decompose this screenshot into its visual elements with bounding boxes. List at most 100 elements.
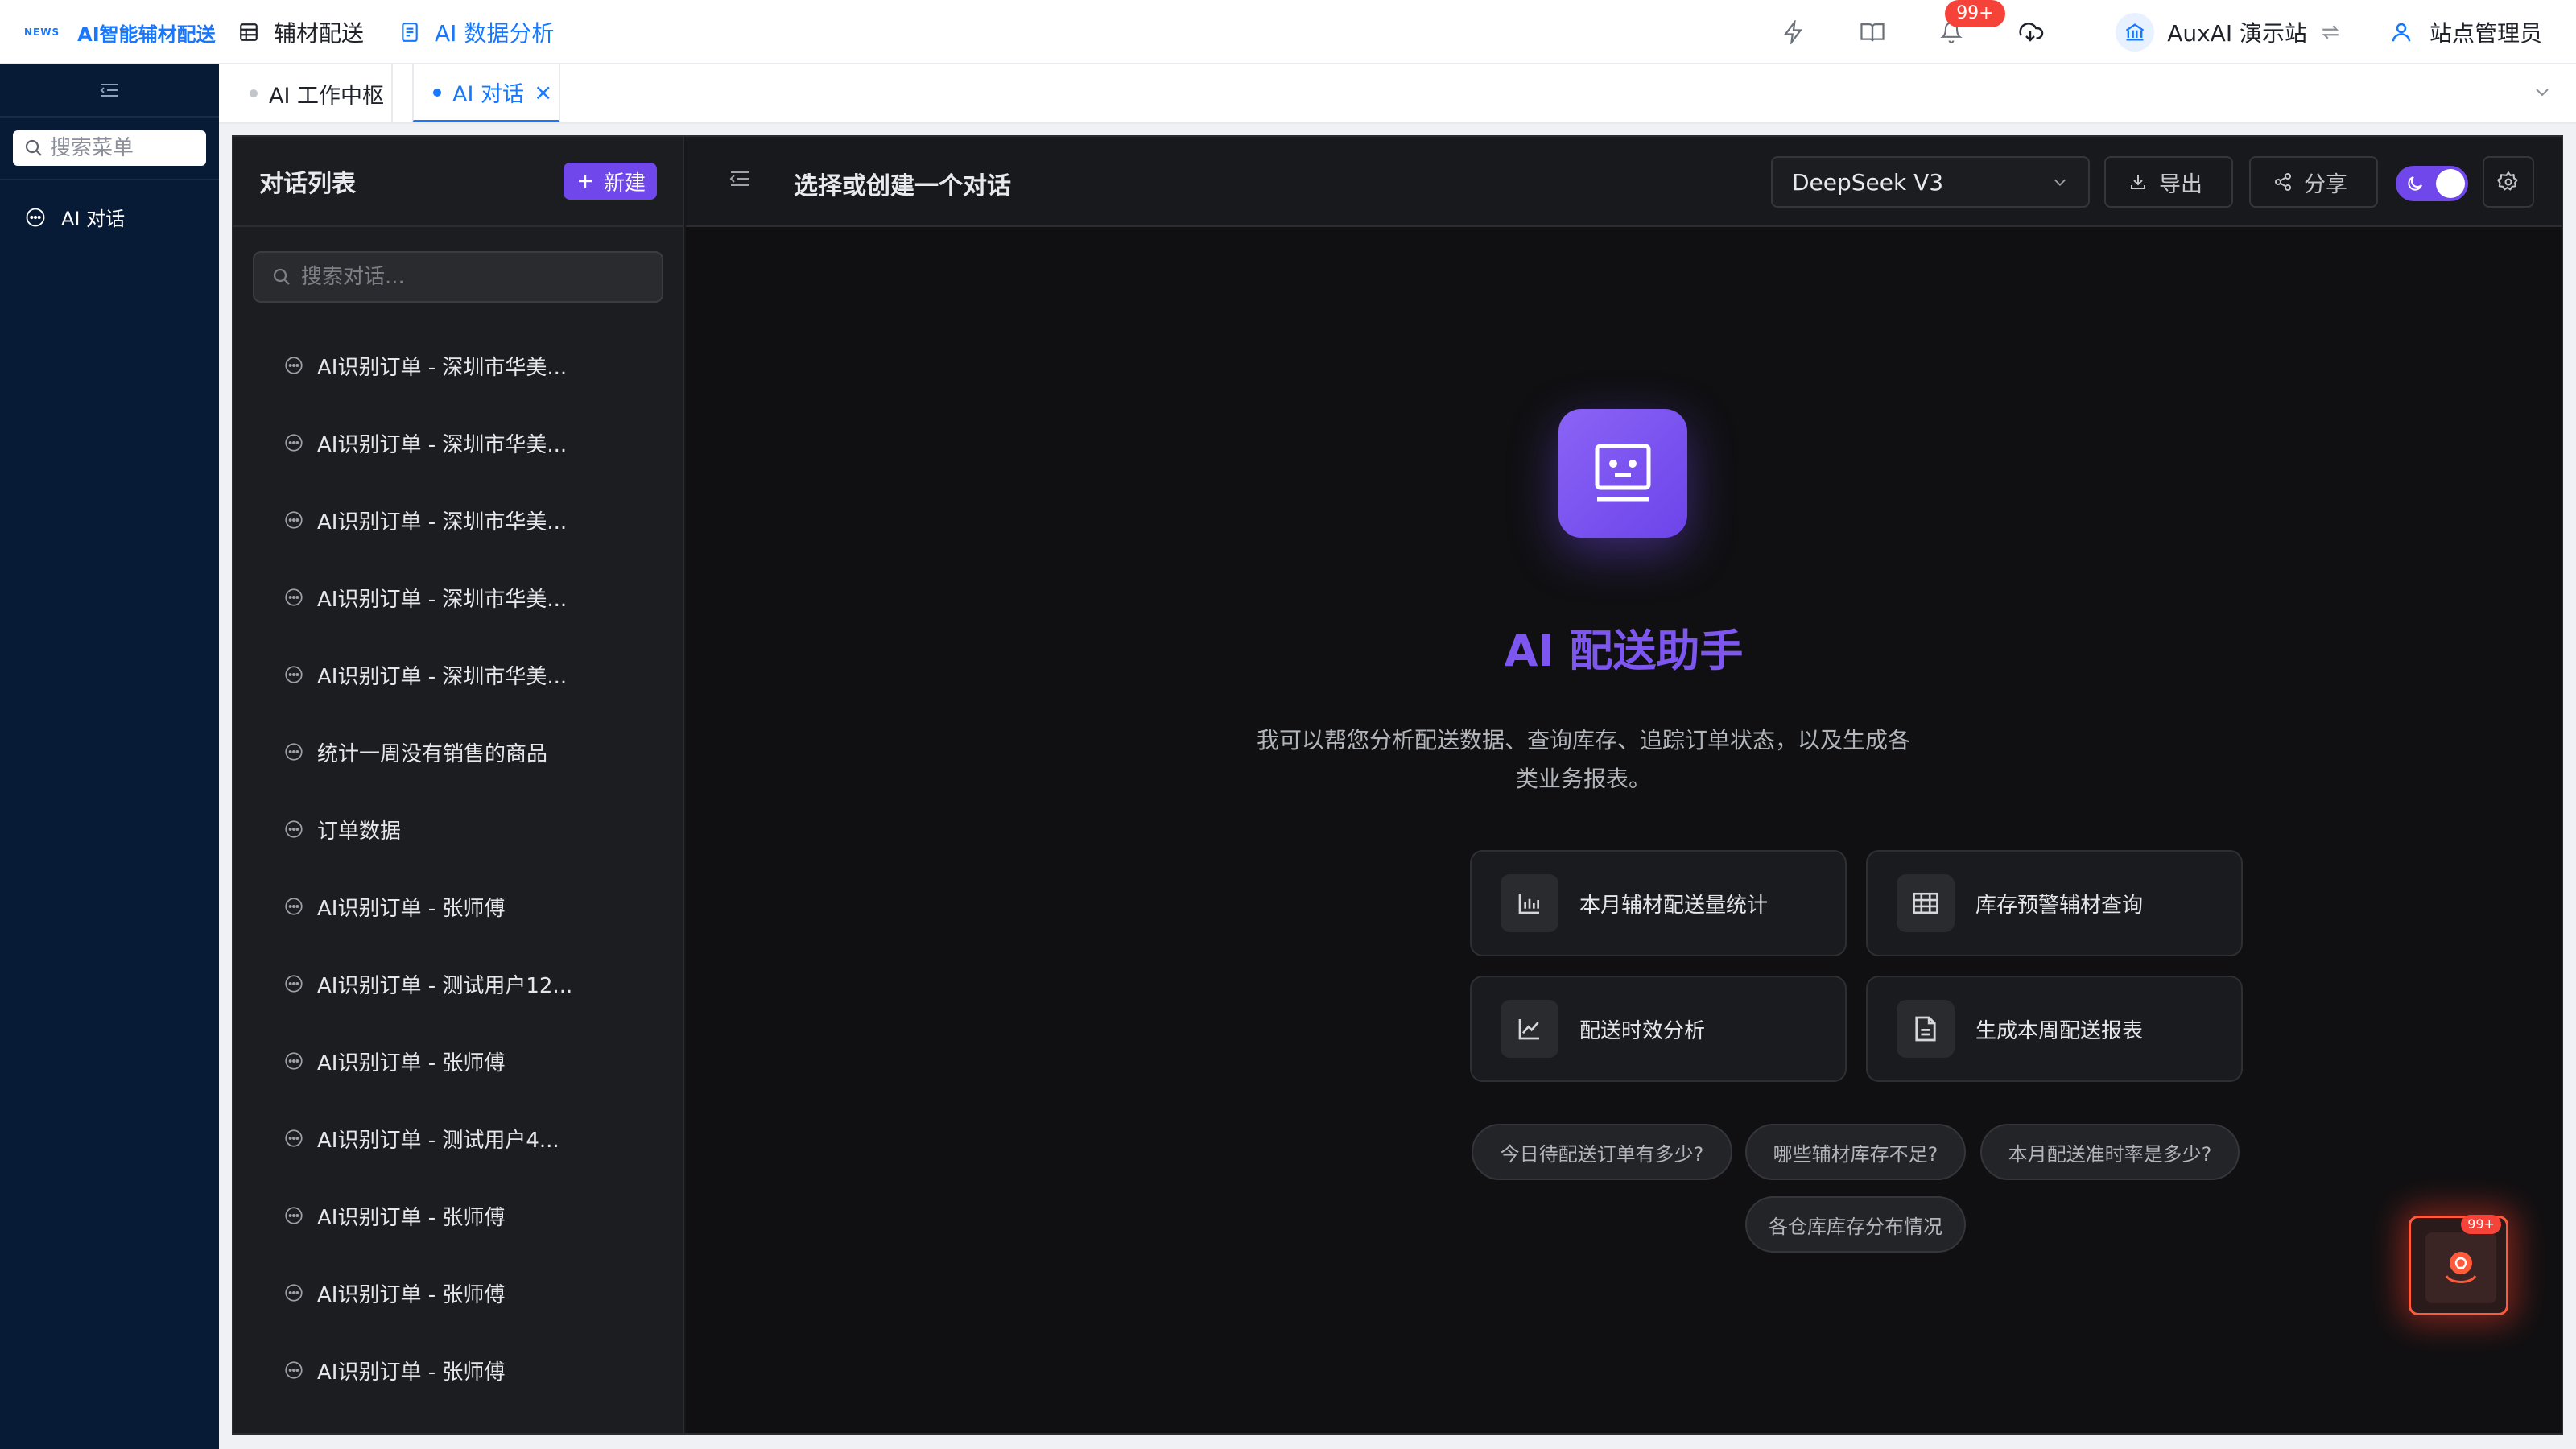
chat-bubble-icon [283, 819, 304, 840]
share-icon [2273, 172, 2293, 192]
swap-icon [2320, 23, 2341, 41]
chat-bubble-icon [283, 1282, 304, 1303]
conversation-item[interactable]: AI识别订单 - 测试用户12... [233, 945, 683, 1022]
chat-bubble-icon [283, 973, 304, 994]
app-logo[interactable]: NEWS AI智能辅材配送 [0, 0, 219, 64]
conversation-item[interactable]: AI识别订单 - 深圳市华美... [233, 481, 683, 559]
user-name: 站点管理员 [2429, 20, 2542, 47]
chat-bubble-icon [283, 432, 304, 453]
tab-ai-hub[interactable]: AI 工作中枢 [227, 64, 393, 122]
suggestion-chip[interactable]: 今日待配送订单有多少? [1472, 1124, 1732, 1180]
chat-bubble-icon [283, 896, 304, 917]
main-panel: 对话列表 新建 AI识别订单 - 深圳市华美...AI识别订单 - 深圳市华美.… [232, 135, 2563, 1435]
chevron-down-icon[interactable] [2533, 82, 2552, 101]
suggestion-chip[interactable]: 哪些辅材库存不足? [1745, 1124, 1966, 1180]
conversation-list-panel: 对话列表 新建 AI识别订单 - 深圳市华美...AI识别订单 - 深圳市华美.… [233, 137, 684, 1433]
document-icon [1897, 1000, 1955, 1058]
conversation-item[interactable]: 统计一周没有销售的商品 [233, 713, 683, 791]
dark-mode-toggle[interactable] [2396, 166, 2468, 201]
conversation-item-label: AI识别订单 - 深圳市华美... [317, 587, 568, 612]
conversation-item[interactable]: AI识别订单 - 深圳市华美... [233, 327, 683, 404]
sidebar-collapse-button[interactable] [0, 64, 219, 118]
assistant-description: 我可以帮您分析配送数据、查询库存、追踪订单状态，以及生成各类业务报表。 [1256, 727, 1910, 792]
new-conversation-button[interactable]: 新建 [563, 163, 657, 200]
tab-ai-chat[interactable]: AI 对话 × [412, 64, 560, 122]
conversation-item-label: AI识别订单 - 深圳市华美... [317, 355, 568, 380]
chat-bubble-icon [283, 741, 304, 762]
top-bar: NEWS AI智能辅材配送 辅材配送 AI 数据分析 99+ AuxAI 演示站… [0, 0, 2576, 64]
conversation-item[interactable]: AI识别订单 - 深圳市华美... [233, 559, 683, 636]
conversation-item-label: 统计一周没有销售的商品 [317, 741, 548, 766]
assistant-title: AI 配送助手 [1504, 625, 1744, 676]
cloud-download-icon[interactable] [2004, 6, 2056, 58]
chat-bubble-icon [283, 510, 304, 530]
book-icon[interactable] [1847, 6, 1898, 58]
toggle-knob [2436, 169, 2465, 198]
share-button[interactable]: 分享 [2249, 156, 2378, 208]
bar-chart-icon [1501, 874, 1558, 932]
action-card-weekly-report[interactable]: 生成本周配送报表 [1866, 976, 2243, 1082]
topnav-item-aux-delivery[interactable]: 辅材配送 [238, 16, 364, 48]
toggle-list-button[interactable] [728, 167, 752, 190]
action-card-monthly-stats[interactable]: 本月辅材配送量统计 [1470, 850, 1847, 956]
action-card-delivery-timeliness[interactable]: 配送时效分析 [1470, 976, 1847, 1082]
bell-icon[interactable]: 99+ [1926, 0, 2005, 58]
floating-assistant-inner [2425, 1232, 2496, 1303]
app-title: AI智能辅材配送 [77, 23, 216, 46]
top-right-tools: 99+ AuxAI 演示站 站点管理员 [1768, 0, 2576, 64]
conversation-item-label: 订单数据 [317, 819, 402, 844]
tab-label: AI 工作中枢 [269, 83, 385, 109]
chat-bubble-icon [24, 206, 47, 229]
export-label: 导出 [2159, 171, 2202, 197]
conversation-item[interactable]: AI识别订单 - 深圳市华美... [233, 636, 683, 713]
conversation-item[interactable]: AI识别订单 - 张师傅 [233, 1177, 683, 1254]
conversation-search[interactable] [253, 251, 663, 303]
conversation-item[interactable]: AI识别订单 - 深圳市华美... [233, 404, 683, 481]
conversation-item[interactable]: AI识别订单 - 张师傅 [233, 1022, 683, 1100]
close-icon[interactable]: × [534, 79, 552, 105]
settings-button[interactable] [2483, 156, 2534, 208]
model-select[interactable]: DeepSeek V3 [1771, 156, 2090, 208]
conversation-search-input[interactable] [301, 265, 655, 289]
conversation-list-title: 对话列表 [259, 170, 356, 198]
suggestion-chip[interactable]: 各仓库库存分布情况 [1745, 1196, 1966, 1253]
site-name: AuxAI 演示站 [2167, 20, 2307, 47]
suggestion-chip[interactable]: 本月配送准时率是多少? [1980, 1124, 2240, 1180]
user-menu[interactable]: 站点管理员 [2389, 16, 2542, 48]
conversation-item[interactable]: AI识别订单 - 测试用户4... [233, 1100, 683, 1177]
conversation-list: AI识别订单 - 深圳市华美... AI识别订单 - 深圳市华美... AI识别订单… [233, 327, 683, 1409]
search-icon [272, 267, 291, 287]
menu-search[interactable] [13, 130, 206, 166]
logo-mark: NEWS [24, 27, 60, 38]
conversation-item-label: AI识别订单 - 张师傅 [317, 1051, 506, 1075]
action-card-stock-alert[interactable]: 库存预警辅材查询 [1866, 850, 2243, 956]
conversation-item-label: AI识别订单 - 张师傅 [317, 896, 506, 921]
export-button[interactable]: 导出 [2104, 156, 2233, 208]
menu-search-input[interactable] [50, 136, 195, 160]
new-conversation-label: 新建 [603, 171, 646, 196]
lightning-icon[interactable] [1768, 6, 1819, 58]
conversation-item[interactable]: AI识别订单 - 张师傅 [233, 1254, 683, 1331]
bulb-icon [2438, 1245, 2483, 1290]
chat-area: 选择或创建一个对话 DeepSeek V3 导出 分享 AI 配送助手 我可以帮… [686, 137, 2562, 1433]
bank-icon [2116, 13, 2155, 52]
site-switcher[interactable]: AuxAI 演示站 [2116, 13, 2341, 52]
conversation-item[interactable]: 订单数据 [233, 791, 683, 868]
notification-badge: 99+ [1945, 0, 2005, 27]
user-icon [2389, 20, 2413, 44]
table-grid-icon [1897, 874, 1955, 932]
conversation-item[interactable]: AI识别订单 - 张师傅 [233, 868, 683, 945]
conversation-item-label: AI识别订单 - 测试用户12... [317, 973, 573, 998]
chat-title: 选择或创建一个对话 [794, 172, 1011, 200]
conversation-item-label: AI识别订单 - 深圳市华美... [317, 432, 568, 457]
topnav-item-ai-analysis[interactable]: AI 数据分析 [399, 16, 554, 48]
floating-badge: 99+ [2461, 1215, 2501, 1234]
conversation-item-label: AI识别订单 - 张师傅 [317, 1360, 506, 1385]
chat-bubble-icon [283, 1360, 304, 1381]
sidebar-item-ai-chat[interactable]: AI 对话 [0, 180, 219, 254]
conversation-item[interactable]: AI识别订单 - 张师傅 [233, 1331, 683, 1409]
chat-bubble-icon [283, 1051, 304, 1071]
floating-assistant-button[interactable]: 99+ [2409, 1215, 2508, 1315]
download-icon [2128, 172, 2148, 192]
model-select-value: DeepSeek V3 [1792, 168, 1944, 196]
